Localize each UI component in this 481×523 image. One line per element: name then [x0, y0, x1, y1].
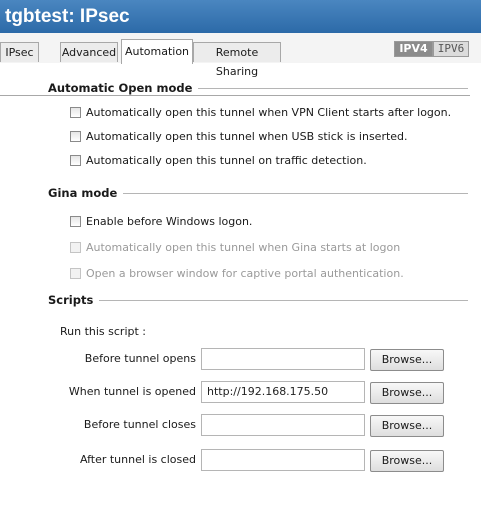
checkbox[interactable] [70, 215, 81, 227]
browse-button[interactable]: Browse... [370, 450, 444, 472]
gina-enable-option[interactable]: Enable before Windows logon. [70, 213, 252, 229]
run-script-label: Run this script : [60, 325, 147, 338]
ipv6-toggle[interactable]: IPV6 [433, 41, 469, 57]
checkbox-label: Automatically open this tunnel on traffi… [86, 153, 367, 167]
section-title: Scripts [48, 293, 100, 307]
section-title: Gina mode [48, 186, 124, 200]
ipv4-toggle[interactable]: IPV4 [394, 41, 433, 57]
script-row-label: When tunnel is opened [68, 385, 196, 398]
script-row-label: Before tunnel opens [84, 352, 196, 365]
script-row-label: After tunnel is closed [79, 453, 196, 466]
checkbox-label: Automatically open this tunnel when Gina… [86, 240, 401, 254]
auto-open-usb-option[interactable]: Automatically open this tunnel when USB … [70, 128, 408, 144]
checkbox [70, 267, 81, 279]
window-title: tgbtest: IPsec [0, 0, 481, 33]
before-close-script-input[interactable] [201, 414, 365, 436]
section-title: Automatic Open mode [48, 81, 199, 95]
browse-button[interactable]: Browse... [370, 382, 444, 404]
after-close-script-input[interactable] [201, 449, 365, 471]
tab-ipsec[interactable]: IPsec [0, 42, 39, 62]
script-row-label: Before tunnel closes [83, 418, 196, 431]
when-opened-script-input[interactable]: http://192.168.175.50 [201, 381, 365, 403]
checkbox[interactable] [70, 106, 81, 118]
tab-automation[interactable]: Automation [121, 39, 193, 64]
browse-button[interactable]: Browse... [370, 415, 444, 437]
checkbox[interactable] [70, 130, 81, 142]
before-open-script-input[interactable] [201, 348, 365, 370]
checkbox-label: Open a browser window for captive portal… [86, 266, 404, 280]
captive-portal-option: Open a browser window for captive portal… [70, 265, 404, 281]
tab-advanced[interactable]: Advanced [60, 42, 118, 62]
checkbox [70, 241, 81, 253]
automation-panel: Automatic Open mode Automatically open t… [0, 63, 481, 523]
section-divider [48, 300, 468, 301]
gina-auto-open-option: Automatically open this tunnel when Gina… [70, 239, 400, 255]
checkbox-label: Enable before Windows logon. [86, 214, 253, 228]
auto-open-traffic-option[interactable]: Automatically open this tunnel on traffi… [70, 152, 367, 168]
gina-section: Gina mode [48, 186, 468, 200]
checkbox-label: Automatically open this tunnel when VPN … [86, 105, 452, 119]
tab-remote-sharing[interactable]: Remote Sharing [193, 42, 281, 78]
checkbox[interactable] [70, 154, 81, 166]
automatic-open-section: Automatic Open mode [48, 81, 468, 95]
scripts-section: Scripts [48, 293, 468, 307]
auto-open-vpn-start-option[interactable]: Automatically open this tunnel when VPN … [70, 104, 451, 120]
browse-button[interactable]: Browse... [370, 349, 444, 371]
checkbox-label: Automatically open this tunnel when USB … [86, 129, 408, 143]
